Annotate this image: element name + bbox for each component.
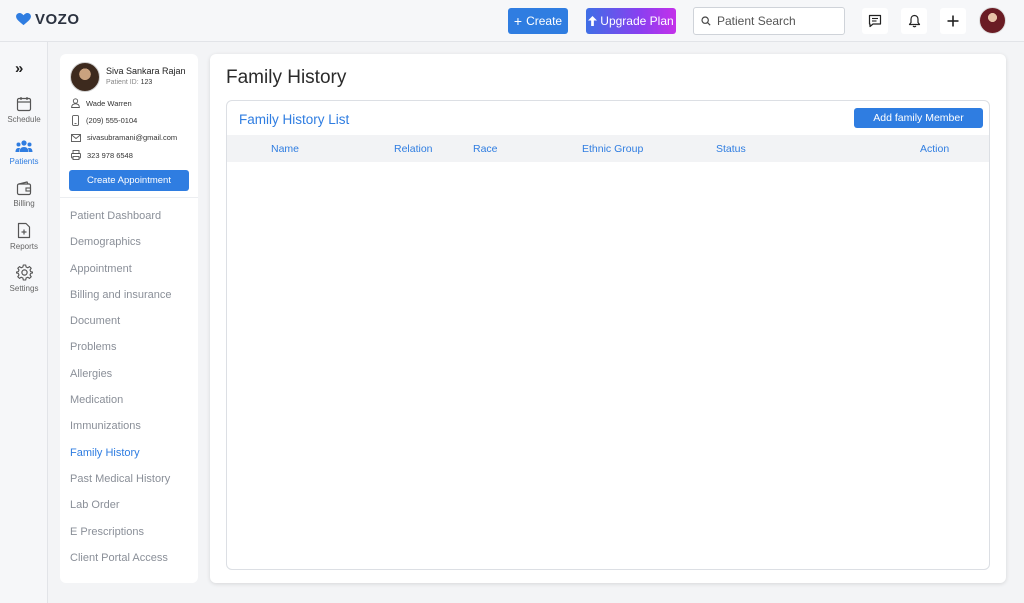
rail-label: Billing bbox=[13, 199, 35, 208]
nav-item-allergies[interactable]: Allergies bbox=[70, 368, 172, 394]
create-appointment-button[interactable]: Create Appointment bbox=[69, 170, 189, 191]
wallet-icon bbox=[16, 181, 32, 196]
patient-id: Patient ID: 123 bbox=[106, 79, 186, 86]
table-header: Name Relation Race Ethnic Group Status A… bbox=[227, 135, 989, 162]
column-header-name[interactable]: Name bbox=[271, 143, 299, 155]
rail-item-reports[interactable]: Reports bbox=[0, 222, 48, 251]
plus-icon bbox=[947, 15, 959, 27]
patient-phone-row: (209) 555-0104 bbox=[71, 115, 137, 126]
add-button[interactable] bbox=[940, 8, 966, 34]
heart-logo-icon bbox=[16, 13, 31, 26]
patient-id-label: Patient ID: bbox=[106, 79, 139, 86]
patient-search[interactable] bbox=[693, 7, 845, 35]
nav-item-document[interactable]: Document bbox=[70, 315, 172, 341]
search-icon bbox=[701, 16, 711, 26]
nav-item-problems[interactable]: Problems bbox=[70, 341, 172, 367]
notifications-button[interactable] bbox=[901, 8, 927, 34]
patient-header: Siva Sankara Rajan Patient ID: 123 bbox=[70, 62, 186, 92]
rail-label: Patients bbox=[9, 157, 39, 166]
patient-email-row: sivasubramani@gmail.com bbox=[71, 133, 177, 142]
top-bar: VOZO + Create Upgrade Plan bbox=[0, 0, 1024, 42]
list-title: Family History List bbox=[239, 112, 350, 127]
patient-fax-row: 323 978 6548 bbox=[71, 150, 133, 160]
nav-item-client-portal-access[interactable]: Client Portal Access bbox=[70, 552, 172, 578]
nav-item-family-history[interactable]: Family History bbox=[70, 447, 172, 473]
rail-label: Reports bbox=[9, 242, 38, 251]
rail-label: Schedule bbox=[7, 115, 41, 124]
rail-item-settings[interactable]: Settings bbox=[0, 264, 48, 293]
patient-name: Siva Sankara Rajan bbox=[106, 66, 186, 76]
users-icon bbox=[15, 140, 33, 152]
create-button-label: Create bbox=[526, 14, 563, 28]
patient-phone: (209) 555-0104 bbox=[86, 116, 138, 125]
patient-panel: Siva Sankara Rajan Patient ID: 123 Wade … bbox=[60, 54, 198, 583]
expand-sidebar-icon[interactable]: » bbox=[15, 60, 23, 77]
report-icon bbox=[17, 222, 31, 239]
user-icon bbox=[71, 98, 80, 108]
bell-icon bbox=[908, 14, 920, 28]
rail-item-billing[interactable]: Billing bbox=[0, 181, 48, 208]
messages-button[interactable] bbox=[862, 8, 888, 34]
column-header-ethnic-group[interactable]: Ethnic Group bbox=[582, 143, 643, 155]
upgrade-plan-label: Upgrade Plan bbox=[600, 14, 674, 28]
table-body bbox=[227, 162, 989, 569]
rail-item-patients[interactable]: Patients bbox=[0, 139, 48, 166]
column-header-race[interactable]: Race bbox=[473, 143, 498, 155]
message-icon bbox=[868, 14, 882, 28]
left-rail: » Schedule Patients Billing Reports Sett… bbox=[0, 42, 48, 603]
nav-item-billing-insurance[interactable]: Billing and insurance bbox=[70, 289, 172, 315]
patient-search-input[interactable] bbox=[717, 14, 837, 28]
plus-icon: + bbox=[513, 13, 523, 29]
logo[interactable]: VOZO bbox=[16, 11, 80, 28]
user-avatar[interactable] bbox=[979, 7, 1006, 34]
column-header-status[interactable]: Status bbox=[716, 143, 746, 155]
patient-avatar bbox=[70, 62, 100, 92]
column-header-relation[interactable]: Relation bbox=[394, 143, 433, 155]
calendar-icon bbox=[16, 97, 32, 112]
patient-id-value: 123 bbox=[140, 79, 153, 86]
family-history-list: Family History List Add family Member Na… bbox=[226, 100, 990, 570]
patient-nav: Patient Dashboard Demographics Appointme… bbox=[70, 210, 172, 578]
divider bbox=[60, 197, 198, 198]
create-button[interactable]: + Create bbox=[508, 8, 568, 34]
logo-text: VOZO bbox=[35, 11, 80, 28]
nav-item-e-prescriptions[interactable]: E Prescriptions bbox=[70, 526, 172, 552]
nav-item-past-medical-history[interactable]: Past Medical History bbox=[70, 473, 172, 499]
nav-item-appointment[interactable]: Appointment bbox=[70, 263, 172, 289]
nav-item-immunizations[interactable]: Immunizations bbox=[70, 420, 172, 446]
patient-fax: 323 978 6548 bbox=[87, 150, 133, 160]
column-header-action: Action bbox=[920, 143, 950, 155]
upgrade-plan-button[interactable]: Upgrade Plan bbox=[586, 8, 676, 34]
patient-provider: Wade Warren bbox=[86, 98, 132, 108]
nav-item-lab-order[interactable]: Lab Order bbox=[70, 499, 172, 525]
rail-item-schedule[interactable]: Schedule bbox=[0, 96, 48, 124]
fax-icon bbox=[71, 150, 81, 160]
patient-email[interactable]: sivasubramani@gmail.com bbox=[87, 133, 177, 142]
arrow-up-icon bbox=[588, 16, 598, 26]
patient-provider-row: Wade Warren bbox=[71, 98, 132, 108]
rail-label: Settings bbox=[9, 284, 39, 293]
nav-item-medication[interactable]: Medication bbox=[70, 394, 172, 420]
nav-item-patient-dashboard[interactable]: Patient Dashboard bbox=[70, 210, 172, 236]
phone-icon bbox=[72, 115, 79, 126]
nav-item-demographics[interactable]: Demographics bbox=[70, 236, 172, 262]
add-family-member-button[interactable]: Add family Member bbox=[854, 108, 983, 128]
gear-icon bbox=[15, 264, 33, 281]
main-content: Family History Family History List Add f… bbox=[210, 54, 1006, 583]
page-title: Family History bbox=[226, 67, 347, 88]
mail-icon bbox=[71, 133, 81, 142]
